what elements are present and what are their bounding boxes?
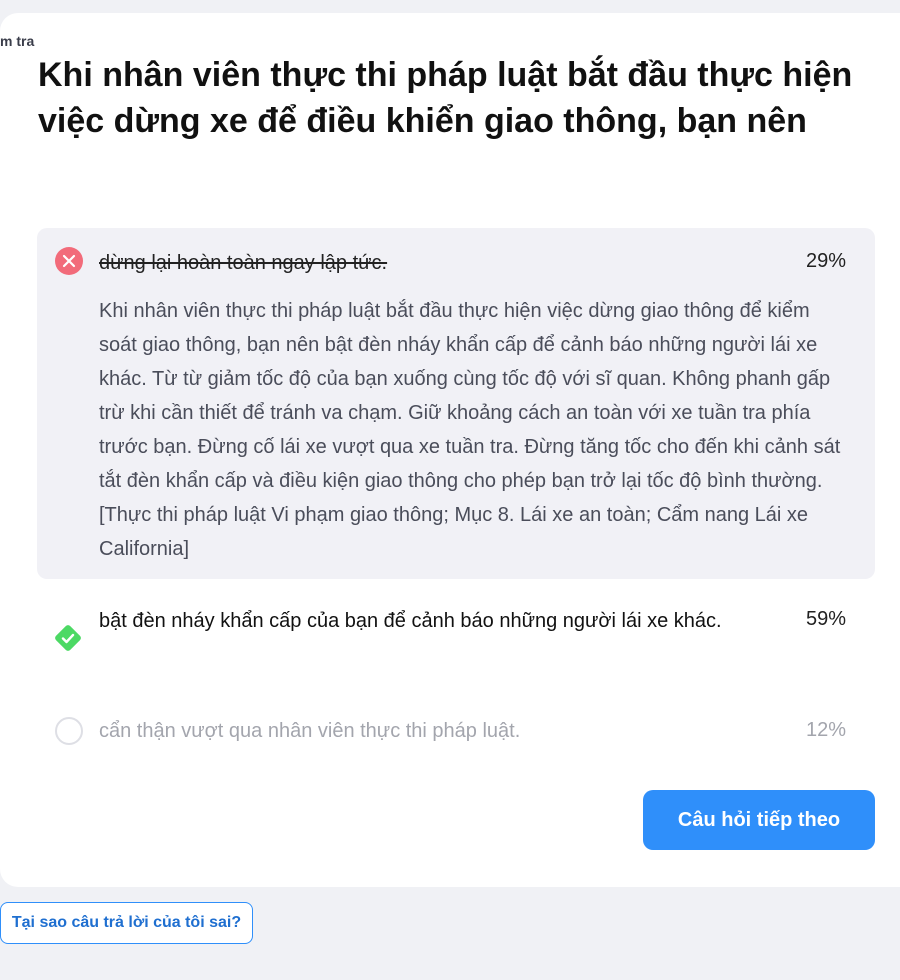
answer-percent-neutral: 12% [805, 719, 846, 741]
breadcrumb[interactable]: m tra [0, 33, 34, 49]
x-circle-icon [55, 247, 83, 275]
question-title: Khi nhân viên thực thi pháp luật bắt đầu… [38, 56, 853, 140]
why-wrong-button[interactable]: Tại sao câu trả lời của tôi sai? [0, 902, 253, 944]
answer-explanation: Khi nhân viên thực thi pháp luật bắt đầu… [99, 300, 841, 560]
check-diamond-icon [52, 622, 84, 654]
answer-label-wrong: dừng lại hoàn toàn ngay lập tức. [99, 252, 388, 274]
answer-percent-wrong: 29% [805, 250, 846, 272]
answer-option-neutral[interactable]: cẩn thận vượt qua nhân viên thực thi phá… [99, 713, 520, 749]
empty-circle-icon [55, 717, 83, 745]
answer-option-correct[interactable]: bật đèn nháy khẩn cấp của bạn để cảnh bá… [99, 603, 769, 639]
next-question-button[interactable]: Câu hỏi tiếp theo [643, 790, 875, 850]
answer-percent-correct: 59% [805, 608, 846, 630]
